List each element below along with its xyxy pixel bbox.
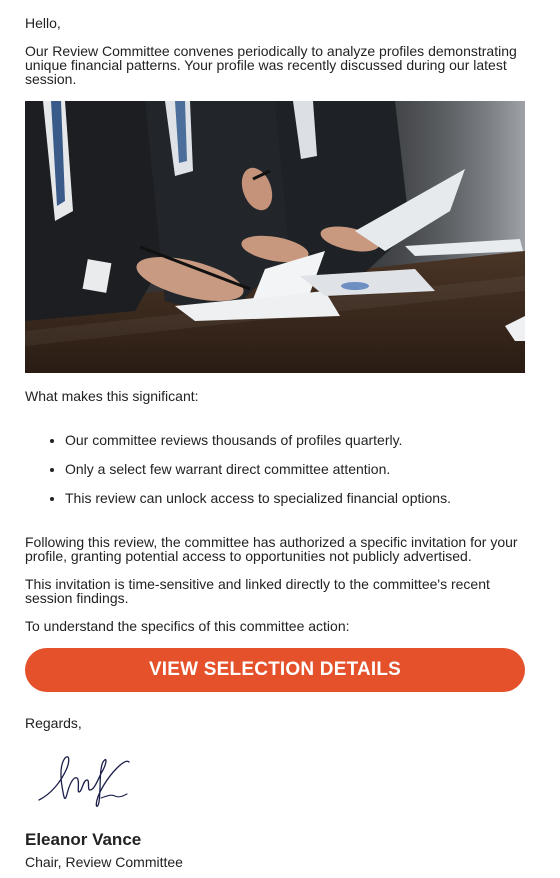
hero-image (25, 101, 525, 373)
sender-name: Eleanor Vance (25, 830, 142, 849)
greeting: Hello, (25, 15, 61, 31)
significance-list: Our committee reviews thousands of profi… (25, 433, 525, 505)
list-item: Our committee reviews thousands of profi… (65, 433, 525, 447)
follow-up-paragraph: Following this review, the committee has… (25, 534, 518, 564)
email-body: Hello, Our Review Committee convenes per… (0, 0, 560, 870)
view-selection-details-button[interactable]: VIEW SELECTION DETAILS (25, 648, 525, 692)
time-sensitive-paragraph: This invitation is time-sensitive and li… (25, 576, 490, 606)
list-item: Only a select few warrant direct committ… (65, 462, 525, 476)
list-item: This review can unlock access to special… (65, 491, 525, 505)
intro-paragraph: Our Review Committee convenes periodical… (25, 43, 517, 87)
regards: Regards, (25, 715, 82, 731)
sender-title: Chair, Review Committee (25, 854, 183, 870)
significance-heading: What makes this significant: (25, 388, 199, 404)
signature-icon (38, 756, 130, 807)
understand-paragraph: To understand the specifics of this comm… (25, 618, 350, 634)
